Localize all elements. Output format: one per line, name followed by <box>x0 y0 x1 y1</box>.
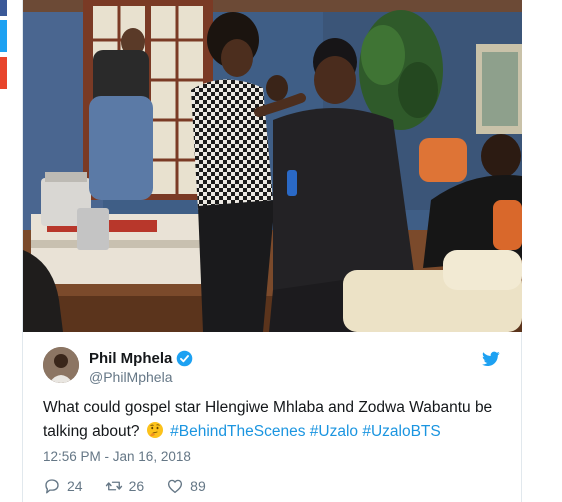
tweet-timestamp[interactable]: 12:56 PM - Jan 16, 2018 <box>43 449 191 464</box>
reply-icon <box>45 479 59 494</box>
tweet-actions: 24 26 89 <box>43 477 228 495</box>
share-strip <box>0 0 7 100</box>
reply-count: 24 <box>67 478 83 494</box>
embedded-tweet: Phil Mphela @PhilMphela What could gospe… <box>22 0 522 502</box>
verified-badge-icon <box>177 350 193 367</box>
facebook-share-button[interactable] <box>0 0 7 16</box>
reply-button[interactable]: 24 <box>43 477 83 495</box>
author-avatar[interactable] <box>43 347 79 383</box>
hashtag-uzalo[interactable]: #Uzalo <box>310 423 358 440</box>
retweet-count: 26 <box>128 478 145 494</box>
twitter-share-button[interactable] <box>0 20 7 52</box>
like-button[interactable]: 89 <box>166 477 206 495</box>
author-display-name[interactable]: Phil Mphela <box>89 350 172 367</box>
author-handle[interactable]: @PhilMphela <box>89 369 172 385</box>
author-name-row[interactable]: Phil Mphela <box>89 350 193 367</box>
hashtag-behindthescenes[interactable]: #BehindTheScenes <box>170 423 305 440</box>
twitter-bird-icon[interactable] <box>482 351 500 367</box>
thinking-emoji-icon <box>146 422 163 438</box>
like-icon <box>168 479 183 494</box>
email-share-button[interactable] <box>0 57 7 89</box>
tweet-header: Phil Mphela @PhilMphela <box>23 332 522 388</box>
like-count: 89 <box>190 478 206 494</box>
retweet-icon <box>105 481 122 491</box>
retweet-button[interactable]: 26 <box>105 477 145 495</box>
hashtag-uzalobts[interactable]: #UzaloBTS <box>362 423 440 440</box>
tweet-text: What could gospel star Hlengiwe Mhlaba a… <box>43 396 513 444</box>
tweet-photo[interactable] <box>23 0 522 332</box>
